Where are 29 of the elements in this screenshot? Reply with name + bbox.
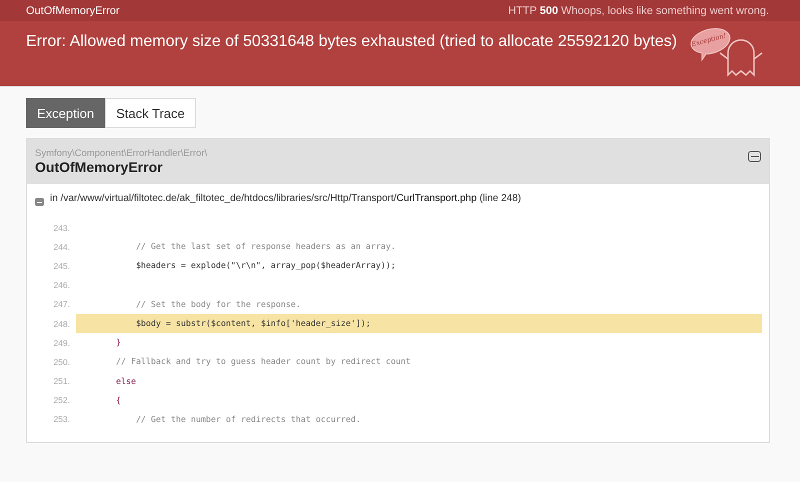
exception-class-title: OutOfMemoryError <box>35 159 164 175</box>
code-line: // Fallback and try to guess header count by redirect count <box>114 355 412 368</box>
error-message: Error: Allowed memory size of 50331648 bytes exhausted (tried to allocate 25592120 bytes) <box>26 33 678 52</box>
code-line: $headers = explode("\r\n", array_pop($headerArray)); <box>134 259 397 272</box>
line-number: 243. <box>52 222 70 233</box>
code-line: // Get the last set of response headers as an array. <box>134 240 397 254</box>
line-number: 247. <box>52 299 70 310</box>
code-line: { <box>114 394 122 407</box>
namespace-label: Symfony\Component\ErrorHandler\Error\ <box>35 148 208 159</box>
line-number: 246. <box>52 280 70 290</box>
code-line: else <box>114 374 137 388</box>
line-number: 244. <box>52 242 70 252</box>
line-number: 253. <box>52 414 70 424</box>
line-number: 245. <box>52 260 70 271</box>
tab[interactable]: Stack Trace <box>105 98 196 128</box>
collapse-icon[interactable] <box>748 151 761 162</box>
code-line: // Set the body for the response. <box>134 298 302 311</box>
line-number: 249. <box>52 338 70 348</box>
line-number: 252. <box>52 395 70 406</box>
file-location: in /var/www/virtual/filtotec.de/ak_filtotec_de/htdocs/libraries/src/Http/Transport/CurlTransport.php (line 248) <box>50 192 522 204</box>
code-line: } <box>114 336 122 350</box>
line-number: 251. <box>52 376 70 386</box>
error-class-label: OutOfMemoryError <box>26 4 120 16</box>
status-message: HTTP 500 Whoops, looks like something went wrong. <box>508 4 769 16</box>
code-line: // Get the number of redirects that occurred. <box>134 412 362 426</box>
tab[interactable]: Exception <box>26 98 106 128</box>
collapse-icon[interactable] <box>35 198 44 206</box>
line-number: 248. <box>52 318 70 329</box>
line-number: 250. <box>52 356 70 367</box>
